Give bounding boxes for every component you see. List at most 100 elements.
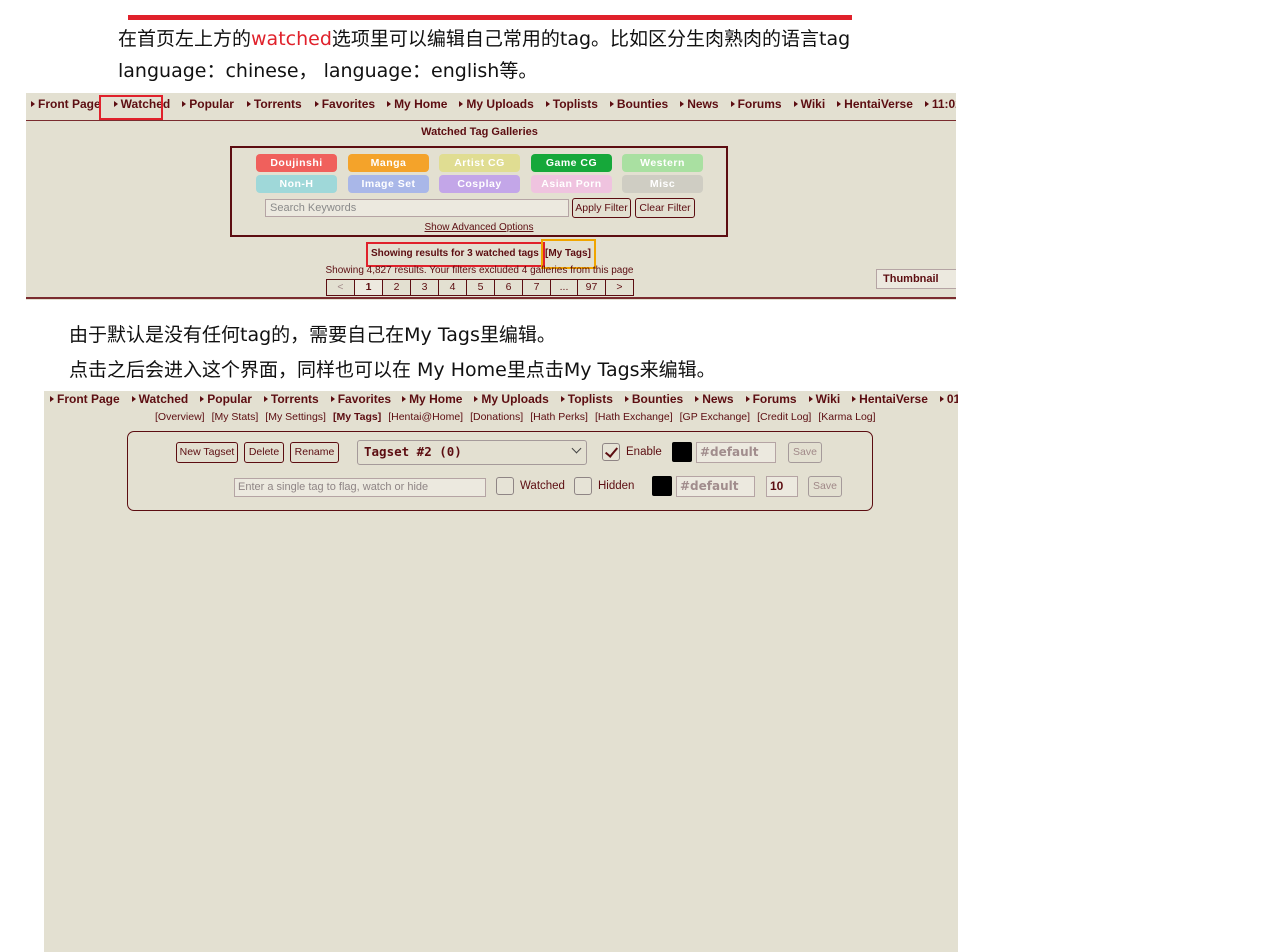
page-3[interactable]: 3 xyxy=(410,279,439,296)
triangle-icon xyxy=(680,101,685,107)
subnav-my-tags[interactable]: [My Tags] xyxy=(333,411,381,423)
tagset-save-button[interactable]: Save xyxy=(788,442,822,463)
subnav-donations[interactable]: [Donations] xyxy=(470,411,523,423)
nav-wiki[interactable]: Wiki xyxy=(808,392,840,406)
rename-button[interactable]: Rename xyxy=(290,442,339,463)
page-1[interactable]: 1 xyxy=(354,279,383,296)
apply-filter-button[interactable]: Apply Filter xyxy=(572,198,631,218)
category-non-h[interactable]: Non-H xyxy=(256,175,337,193)
category-misc[interactable]: Misc xyxy=(622,175,703,193)
triangle-icon xyxy=(246,101,251,107)
subnav-karma-log[interactable]: [Karma Log] xyxy=(818,411,875,423)
tagset-editor: New Tagset Delete Rename Tagset #2 (0) E… xyxy=(127,431,873,511)
watched-label: Watched xyxy=(520,480,565,492)
nav-bounties[interactable]: Bounties xyxy=(609,97,668,111)
category-game-cg[interactable]: Game CG xyxy=(531,154,612,172)
nav-news[interactable]: News xyxy=(680,97,719,111)
tag-color-swatch[interactable] xyxy=(652,476,672,496)
triangle-icon xyxy=(745,396,750,402)
nav-wiki[interactable]: Wiki xyxy=(793,97,825,111)
nav-hentaiverse[interactable]: HentaiVerse xyxy=(852,392,928,406)
category-doujinshi[interactable]: Doujinshi xyxy=(256,154,337,172)
category-artist-cg[interactable]: Artist CG xyxy=(439,154,520,172)
new-tagset-button[interactable]: New Tagset xyxy=(176,442,238,463)
triangle-icon xyxy=(560,396,565,402)
nav-popular[interactable]: Popular xyxy=(182,97,234,111)
triangle-icon xyxy=(837,101,842,107)
search-input[interactable]: Search Keywords xyxy=(265,199,569,217)
nav-forums[interactable]: Forums xyxy=(730,97,782,111)
clear-filter-button[interactable]: Clear Filter xyxy=(635,198,695,218)
subnav-overview[interactable]: [Overview] xyxy=(155,411,205,423)
top-red-rule xyxy=(128,15,852,20)
category-western[interactable]: Western xyxy=(622,154,703,172)
category-manga[interactable]: Manga xyxy=(348,154,429,172)
nav-my-uploads[interactable]: My Uploads xyxy=(474,392,549,406)
triangle-icon xyxy=(387,101,392,107)
nav-popular[interactable]: Popular xyxy=(200,392,252,406)
watched-checkbox[interactable] xyxy=(496,477,514,495)
nav-my-home[interactable]: My Home xyxy=(402,392,462,406)
nav-bounties[interactable]: Bounties xyxy=(624,392,683,406)
subnav-my-stats[interactable]: [My Stats] xyxy=(212,411,259,423)
nav-torrents[interactable]: Torrents xyxy=(246,97,302,111)
checkmark-icon xyxy=(604,444,619,458)
nav-my-home[interactable]: My Home xyxy=(387,97,447,111)
tagset-color-input[interactable]: #default xyxy=(696,442,776,463)
nav-watched[interactable]: Watched xyxy=(131,392,188,406)
nav-favorites[interactable]: Favorites xyxy=(314,97,375,111)
triangle-icon xyxy=(182,101,187,107)
nav-hentaiverse[interactable]: HentaiVerse xyxy=(837,97,913,111)
page-2[interactable]: 2 xyxy=(382,279,411,296)
category-asian-porn[interactable]: Asian Porn xyxy=(531,175,612,193)
nav-my-uploads[interactable]: My Uploads xyxy=(459,97,534,111)
tagset-select[interactable]: Tagset #2 (0) xyxy=(357,440,587,465)
nav-front-page[interactable]: Front Page xyxy=(31,97,101,111)
nav-clock[interactable]: 01:51 [14] xyxy=(939,392,958,406)
caption-highlight: watched xyxy=(251,28,332,50)
caption-line-3: 由于默认是没有任何tag的，需要自己在My Tags里编辑。 xyxy=(69,324,556,346)
watched-highlight-box xyxy=(99,95,163,120)
view-mode-select[interactable]: Thumbnail xyxy=(876,269,956,289)
nav-news[interactable]: News xyxy=(695,392,734,406)
nav-torrents[interactable]: Torrents xyxy=(263,392,319,406)
subnav-hath-perks[interactable]: [Hath Perks] xyxy=(530,411,588,423)
subnav-my-settings[interactable]: [My Settings] xyxy=(265,411,326,423)
tag-weight-input[interactable]: 10 xyxy=(766,476,798,497)
page-prev[interactable]: < xyxy=(326,279,355,296)
nav-clock[interactable]: 11:02 [14] xyxy=(924,97,956,111)
subnav-hentai-at-home[interactable]: [Hentai@Home] xyxy=(388,411,463,423)
subnav-credit-log[interactable]: [Credit Log] xyxy=(757,411,811,423)
nav-forums[interactable]: Forums xyxy=(745,392,797,406)
triangle-icon xyxy=(402,396,407,402)
subnav-gp-exchange[interactable]: [GP Exchange] xyxy=(680,411,750,423)
nav-front-page[interactable]: Front Page xyxy=(50,392,120,406)
subnav-hath-exchange[interactable]: [Hath Exchange] xyxy=(595,411,673,423)
bottom-divider xyxy=(26,297,956,299)
page-97[interactable]: 97 xyxy=(577,279,606,296)
category-image-set[interactable]: Image Set xyxy=(348,175,429,193)
nav-toplists[interactable]: Toplists xyxy=(545,97,598,111)
enable-checkbox[interactable] xyxy=(602,443,620,461)
page-6[interactable]: 6 xyxy=(494,279,523,296)
tag-input[interactable]: Enter a single tag to flag, watch or hid… xyxy=(234,478,486,497)
triangle-icon xyxy=(330,396,335,402)
triangle-icon xyxy=(939,396,944,402)
hidden-checkbox[interactable] xyxy=(574,477,592,495)
tag-color-input[interactable]: #default xyxy=(676,476,755,497)
hidden-label: Hidden xyxy=(598,480,635,492)
page-5[interactable]: 5 xyxy=(466,279,495,296)
nav-toplists[interactable]: Toplists xyxy=(560,392,613,406)
triangle-icon xyxy=(808,396,813,402)
delete-button[interactable]: Delete xyxy=(244,442,284,463)
tag-save-button[interactable]: Save xyxy=(808,476,842,497)
page-next[interactable]: > xyxy=(605,279,634,296)
triangle-icon xyxy=(695,396,700,402)
tagset-color-swatch[interactable] xyxy=(672,442,692,462)
page-7[interactable]: 7 xyxy=(522,279,551,296)
nav-favorites[interactable]: Favorites xyxy=(330,392,391,406)
show-advanced-options-link[interactable]: Show Advanced Options xyxy=(232,222,726,233)
page-title: Watched Tag Galleries xyxy=(421,126,538,138)
category-cosplay[interactable]: Cosplay xyxy=(439,175,520,193)
page-4[interactable]: 4 xyxy=(438,279,467,296)
